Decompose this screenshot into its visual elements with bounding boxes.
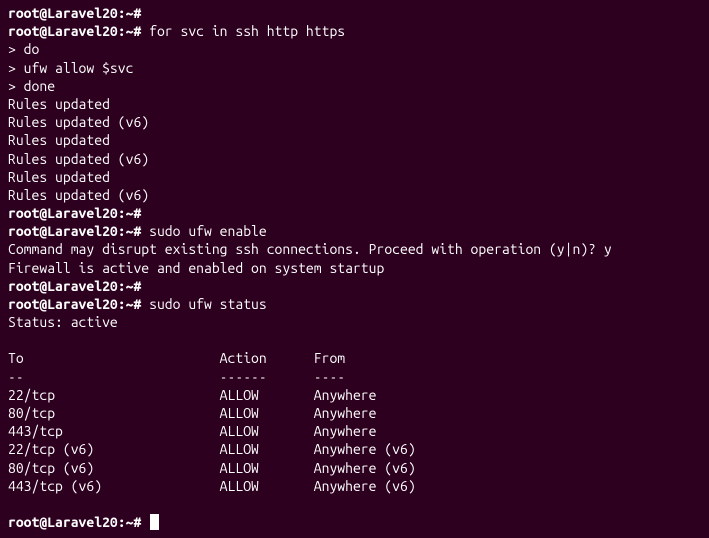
table-row: 443/tcp ALLOW Anywhere — [8, 422, 701, 440]
shell-prompt: root@Laravel20:~# — [8, 278, 141, 294]
table-header-row: To Action From — [8, 349, 701, 367]
terminal-output-firewall: Firewall is active and enabled on system… — [8, 259, 701, 277]
terminal-output-line: Rules updated — [8, 95, 701, 113]
shell-prompt: root@Laravel20:~# — [8, 23, 141, 39]
terminal-line-prompt-1: root@Laravel20:~# — [8, 4, 701, 22]
command-text: for svc in ssh http https — [141, 23, 345, 39]
table-row: 22/tcp ALLOW Anywhere — [8, 386, 701, 404]
shell-prompt: root@Laravel20:~# — [8, 514, 141, 530]
terminal-output-line: Rules updated — [8, 168, 701, 186]
terminal-line-continuation: > done — [8, 77, 701, 95]
terminal-blank-line — [8, 495, 701, 513]
terminal-output-status: Status: active — [8, 313, 701, 331]
terminal-line-cmd-1: root@Laravel20:~# for svc in ssh http ht… — [8, 22, 701, 40]
command-text: sudo ufw enable — [141, 223, 266, 239]
cursor-icon — [150, 514, 159, 530]
shell-prompt: root@Laravel20:~# — [8, 223, 141, 239]
table-row: 22/tcp (v6) ALLOW Anywhere (v6) — [8, 440, 701, 458]
terminal-output-line: Rules updated (v6) — [8, 113, 701, 131]
terminal-line-continuation: > ufw allow $svc — [8, 59, 701, 77]
terminal-line-prompt-2: root@Laravel20:~# — [8, 204, 701, 222]
terminal-line-prompt-3: root@Laravel20:~# — [8, 277, 701, 295]
table-row: 443/tcp (v6) ALLOW Anywhere (v6) — [8, 477, 701, 495]
table-row: 80/tcp (v6) ALLOW Anywhere (v6) — [8, 459, 701, 477]
shell-prompt: root@Laravel20:~# — [8, 205, 141, 221]
terminal-blank-line — [8, 331, 701, 349]
terminal-output-warning: Command may disrupt existing ssh connect… — [8, 240, 701, 258]
terminal-output-line: Rules updated (v6) — [8, 186, 701, 204]
terminal-line-continuation: > do — [8, 40, 701, 58]
terminal-line-prompt-cursor[interactable]: root@Laravel20:~# — [8, 513, 701, 531]
terminal-line-cmd-2: root@Laravel20:~# sudo ufw enable — [8, 222, 701, 240]
shell-prompt: root@Laravel20:~# — [8, 5, 141, 21]
shell-prompt: root@Laravel20:~# — [8, 296, 141, 312]
terminal-output-line: Rules updated — [8, 131, 701, 149]
command-text: sudo ufw status — [141, 296, 266, 312]
terminal-line-cmd-3: root@Laravel20:~# sudo ufw status — [8, 295, 701, 313]
table-divider-row: -- ------ ---- — [8, 368, 701, 386]
terminal-output-line: Rules updated (v6) — [8, 150, 701, 168]
table-row: 80/tcp ALLOW Anywhere — [8, 404, 701, 422]
